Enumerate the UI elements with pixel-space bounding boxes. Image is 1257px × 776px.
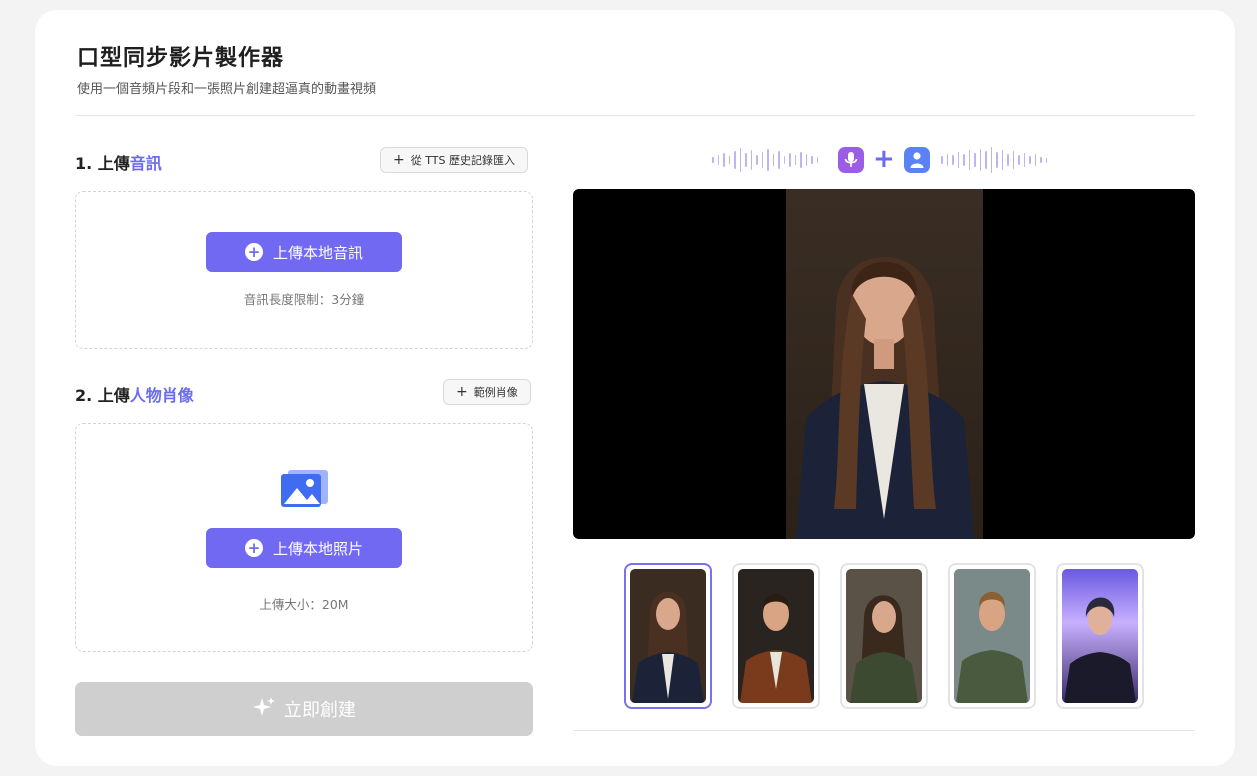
microphone-icon <box>838 147 864 173</box>
video-preview[interactable] <box>573 189 1195 539</box>
user-icon <box>904 147 930 173</box>
upload-audio-label: 上傳本地音訊 <box>272 243 363 262</box>
portrait-step-highlight: 人物肖像 <box>129 386 194 405</box>
audio-step-highlight: 音訊 <box>129 154 162 173</box>
portrait-thumbnail-2[interactable] <box>732 563 820 709</box>
preview-divider <box>573 730 1195 731</box>
waveform-left <box>712 146 818 174</box>
sample-portrait-button[interactable]: + 範例肖像 <box>443 379 531 405</box>
plus-circle-icon: + <box>244 243 263 261</box>
photo-size-hint: 上傳大小：20M <box>259 597 349 612</box>
portrait-thumbnail-1[interactable] <box>624 563 712 709</box>
upload-photo-label: 上傳本地照片 <box>272 539 363 558</box>
portrait-step-prefix: 2. 上傳 <box>75 386 130 405</box>
create-label: 立即創建 <box>284 700 356 721</box>
audio-step-title: 1. 上傳音訊 <box>75 150 162 174</box>
thumbnail-image <box>846 569 922 703</box>
portrait-thumbnail-4[interactable] <box>948 563 1036 709</box>
tts-import-button[interactable]: + 從 TTS 歷史記錄匯入 <box>380 147 528 173</box>
preview-portrait <box>786 189 983 539</box>
main-card: 口型同步影片製作器 使用一個音頻片段和一張照片創建超逼真的動畫視頻 1. 上傳音… <box>35 10 1235 766</box>
thumbnail-image <box>1062 569 1138 703</box>
audio-dropzone[interactable]: + 上傳本地音訊 音訊長度限制：3分鐘 <box>75 191 533 349</box>
plus-icon: + <box>873 144 895 174</box>
page-title: 口型同步影片製作器 <box>77 46 285 71</box>
upload-audio-button[interactable]: + 上傳本地音訊 <box>206 232 402 272</box>
create-button[interactable]: 立即創建 <box>75 682 533 736</box>
sample-portrait-label: 範例肖像 <box>473 386 518 399</box>
tts-import-label: 從 TTS 歷史記錄匯入 <box>410 154 515 167</box>
portrait-thumbnail-3[interactable] <box>840 563 928 709</box>
upload-photo-button[interactable]: + 上傳本地照片 <box>206 528 402 568</box>
waveform-right <box>941 146 1047 174</box>
portrait-step-title: 2. 上傳人物肖像 <box>75 382 194 406</box>
page-subtitle: 使用一個音頻片段和一張照片創建超逼真的動畫視頻 <box>77 82 377 97</box>
image-icon <box>279 468 329 508</box>
plus-icon: + <box>393 152 405 168</box>
thumbnail-image <box>630 569 706 703</box>
sparkle-icon <box>252 695 276 724</box>
thumbnail-image <box>954 569 1030 703</box>
plus-circle-icon: + <box>244 539 263 557</box>
audio-step-prefix: 1. 上傳 <box>75 154 130 173</box>
audio-limit-hint: 音訊長度限制：3分鐘 <box>243 292 365 307</box>
portrait-dropzone[interactable]: + 上傳本地照片 上傳大小：20M <box>75 423 533 652</box>
header-divider <box>75 115 1195 116</box>
portrait-thumbnail-5[interactable] <box>1056 563 1144 709</box>
thumbnail-image <box>738 569 814 703</box>
plus-icon: + <box>456 384 468 400</box>
